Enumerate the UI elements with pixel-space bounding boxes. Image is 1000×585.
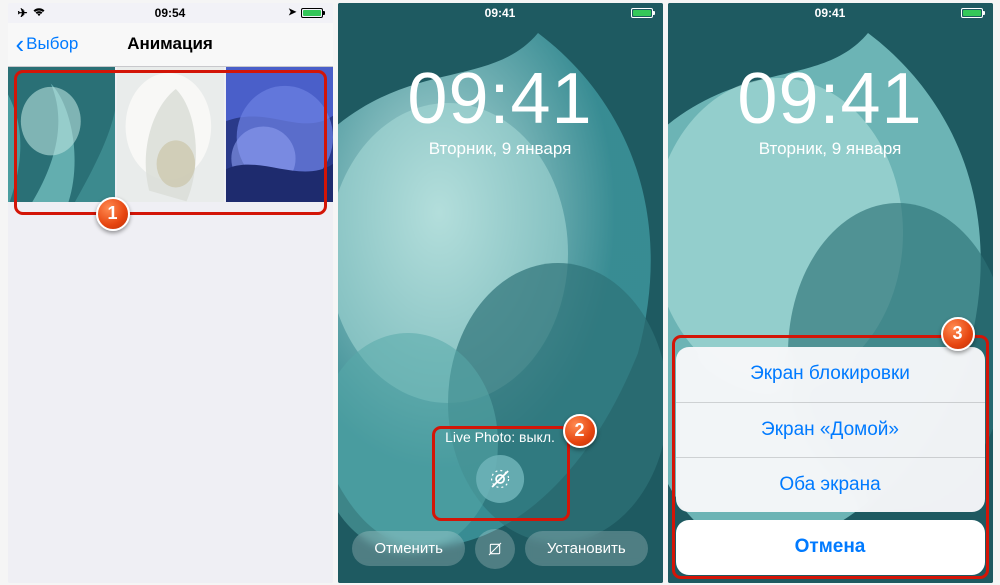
- status-bar: ✈ 09:54 ➤: [8, 3, 333, 23]
- live-photo-off-icon: [488, 467, 512, 491]
- back-button[interactable]: ‹ Выбор: [16, 34, 79, 54]
- lock-date: Вторник, 9 января: [338, 139, 663, 159]
- lock-time: 09:41: [338, 63, 663, 135]
- page-title: Анимация: [127, 34, 213, 54]
- perspective-zoom-button[interactable]: [475, 529, 515, 569]
- annotation-badge-3: 3: [941, 317, 975, 351]
- battery-icon: [301, 8, 323, 18]
- set-button[interactable]: Установить: [525, 531, 648, 566]
- annotation-badge-1: 1: [96, 197, 130, 231]
- status-time: 09:41: [668, 6, 993, 20]
- battery-icon: [631, 8, 653, 18]
- action-sheet-cancel-button[interactable]: Отмена: [676, 520, 985, 575]
- perspective-off-icon: [487, 541, 503, 557]
- wallpaper-preview-toolbar: Отменить Установить: [338, 529, 663, 569]
- wallpaper-thumb-3[interactable]: [226, 67, 333, 202]
- phone-screen-3: 09:41 09:41 Вторник, 9 января Экран блок…: [668, 3, 993, 583]
- set-lock-screen-option[interactable]: Экран блокировки: [676, 347, 985, 402]
- back-label: Выбор: [26, 34, 78, 54]
- wallpaper-thumb-1[interactable]: [8, 67, 115, 202]
- set-both-option[interactable]: Оба экрана: [676, 457, 985, 512]
- chevron-left-icon: ‹: [16, 38, 25, 51]
- action-sheet-group: Экран блокировки Экран «Домой» Оба экран…: [676, 347, 985, 512]
- live-photo-label: Live Photo: выкл.: [445, 429, 555, 445]
- wallpaper-thumb-2[interactable]: [117, 67, 224, 202]
- set-home-screen-option[interactable]: Экран «Домой»: [676, 402, 985, 457]
- phone-screen-1: ✈ 09:54 ➤ ‹ Выбор Анимация: [8, 3, 333, 583]
- annotation-badge-2: 2: [563, 414, 597, 448]
- battery-icon: [961, 8, 983, 18]
- status-bar: 09:41: [338, 3, 663, 23]
- status-bar: 09:41: [668, 3, 993, 23]
- action-sheet: Экран блокировки Экран «Домой» Оба экран…: [676, 347, 985, 575]
- live-photo-control: Live Photo: выкл.: [445, 429, 555, 503]
- status-time: 09:41: [338, 6, 663, 20]
- wallpaper-picker-body: [8, 67, 333, 583]
- lock-screen-clock: 09:41 Вторник, 9 января: [338, 63, 663, 159]
- live-photo-toggle-button[interactable]: [476, 455, 524, 503]
- cancel-button[interactable]: Отменить: [352, 531, 465, 566]
- nav-bar: ‹ Выбор Анимация: [8, 23, 333, 67]
- status-time: 09:54: [8, 6, 333, 20]
- phone-screen-2: 09:41 09:41 Вторник, 9 января Live Photo…: [338, 3, 663, 583]
